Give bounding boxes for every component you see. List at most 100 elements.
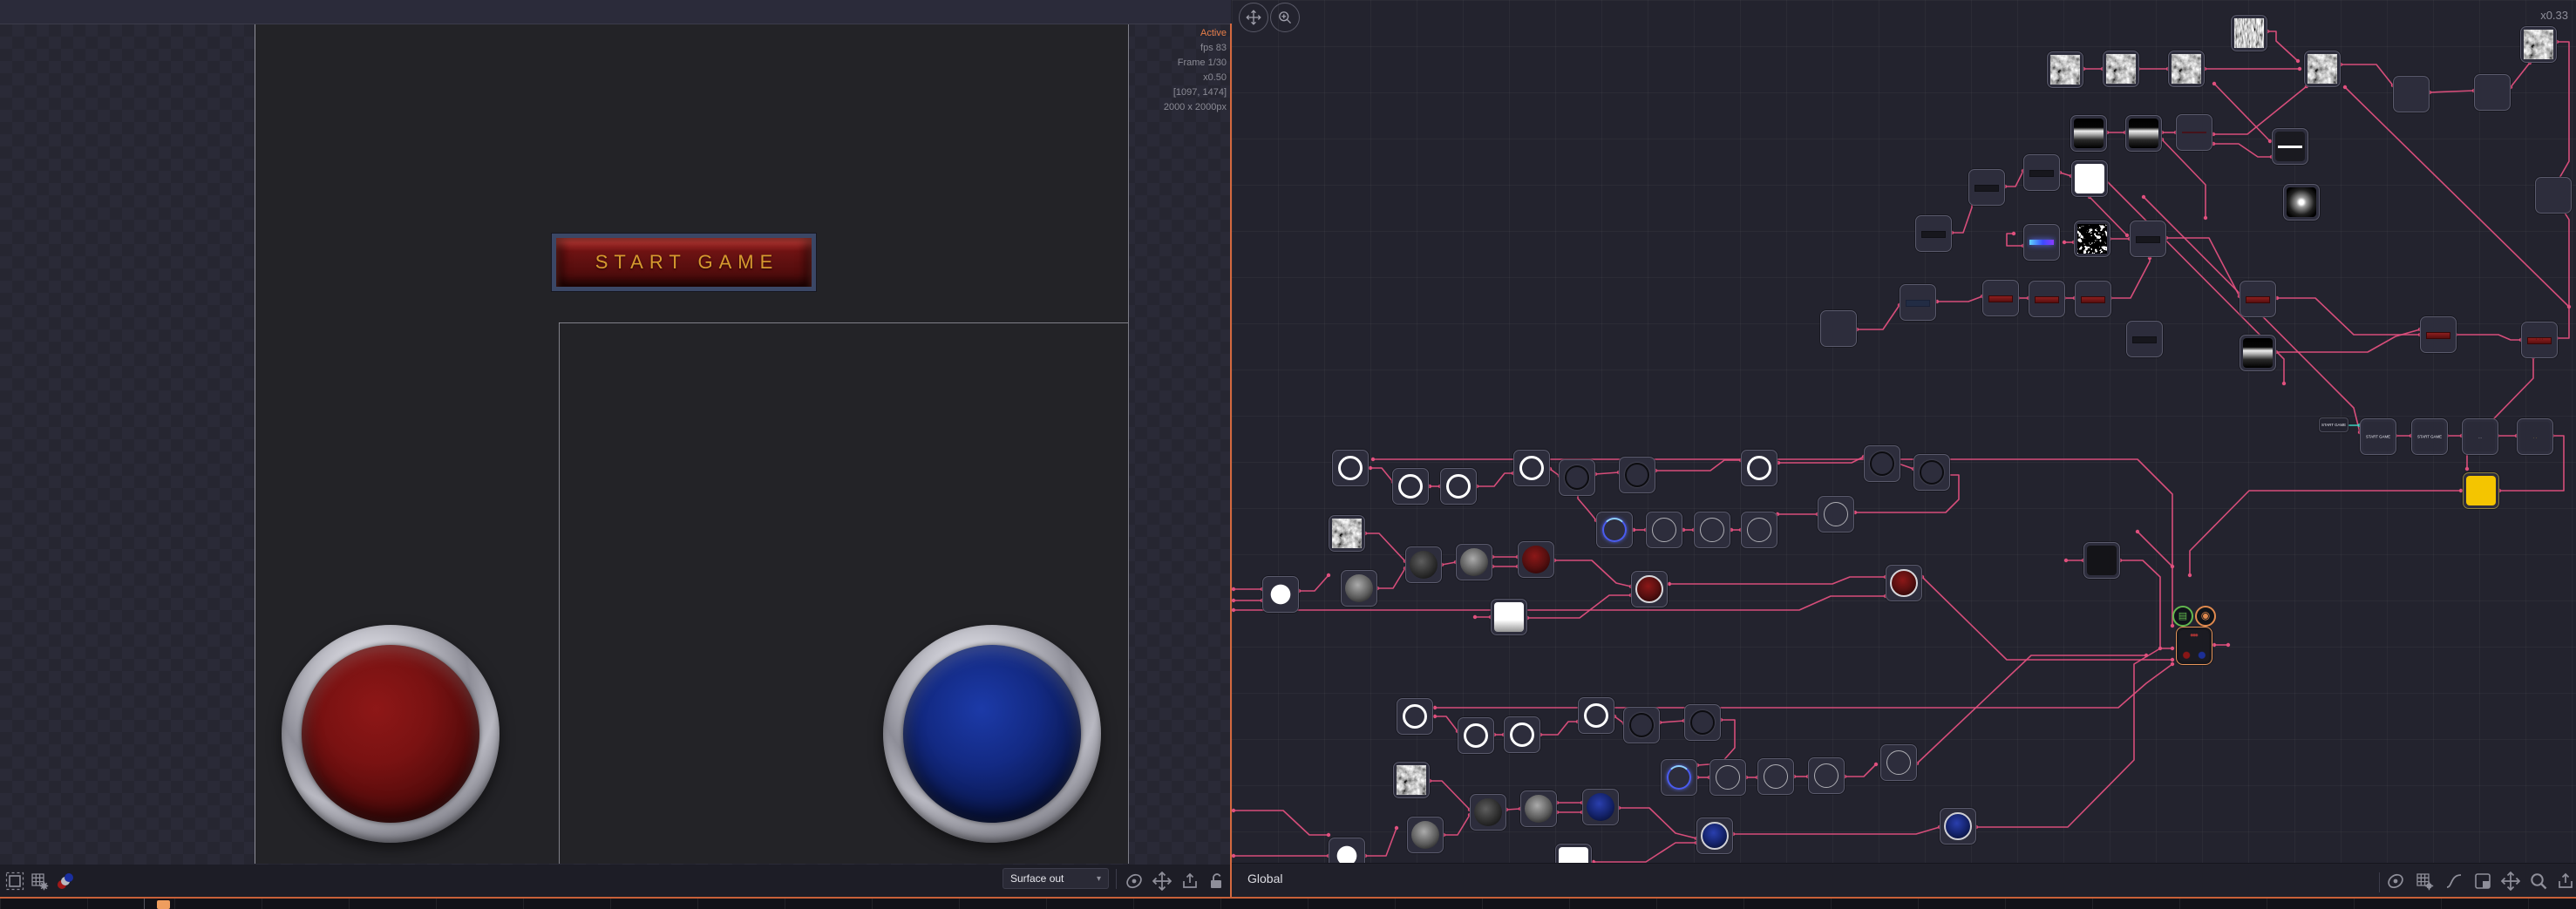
graph-node-bardark[interactable]: [2126, 321, 2163, 357]
graph-node-cwhite[interactable]: [1397, 698, 1433, 735]
export-icon[interactable]: [2556, 872, 2575, 891]
graph-node-sgray[interactable]: [1520, 790, 1557, 827]
graph-node-cblack[interactable]: [1684, 704, 1721, 741]
move-icon[interactable]: [2501, 872, 2520, 891]
graph-node-barred[interactable]: [2240, 281, 2276, 317]
graph-node-cblack[interactable]: [1619, 457, 1655, 493]
graph-node-textnode[interactable]: ...: [2462, 418, 2498, 455]
graph-node-noise[interactable]: [2103, 51, 2139, 87]
graph-node-plain[interactable]: [2393, 76, 2430, 112]
node-thumbnail: [2078, 284, 2108, 314]
graph-node-discwhite[interactable]: [1262, 576, 1299, 613]
graph-node-yellow[interactable]: [2463, 472, 2499, 509]
graph-node-textnode[interactable]: START GAME: [2411, 418, 2448, 455]
graph-node-barblue[interactable]: [2023, 224, 2060, 261]
graph-node-cwhite[interactable]: [1392, 468, 1429, 505]
graph-node-noise[interactable]: [1329, 515, 1365, 552]
graph-node-sgray[interactable]: [1341, 570, 1377, 607]
graph-node-cwhite[interactable]: [1741, 450, 1777, 486]
graph-node-barnavy[interactable]: [1900, 284, 1936, 321]
graph-node-bardark[interactable]: [1968, 169, 2005, 206]
graph-node-sdark[interactable]: [1405, 546, 1442, 583]
graph-node-noise[interactable]: [2047, 51, 2083, 88]
graph-node-bardark[interactable]: [2023, 154, 2060, 191]
graph-node-barred[interactable]: [1982, 280, 2019, 316]
graph-node-sgray[interactable]: [1407, 817, 1444, 853]
graph-node-cblue[interactable]: [1596, 512, 1633, 548]
graph-node-noise[interactable]: [1393, 762, 1430, 798]
graph-node-gradv[interactable]: [2125, 115, 2162, 152]
graph-node-plain[interactable]: [2474, 74, 2511, 111]
graph-node-gradv[interactable]: [2240, 335, 2276, 371]
graph-node-sgray[interactable]: [1456, 544, 1492, 580]
graph-node-cwhite[interactable]: [1440, 468, 1477, 505]
graph-node-whitesoft[interactable]: [1491, 599, 1527, 635]
graph-node-darksq[interactable]: [2083, 542, 2120, 579]
graph-node-barred[interactable]: [2420, 316, 2457, 353]
graph-node-cgray[interactable]: [1808, 757, 1845, 794]
graph-node-cwhite[interactable]: [1578, 697, 1614, 734]
graph-node-sredring[interactable]: [1886, 565, 1922, 601]
node-thumbnail: [2243, 284, 2273, 314]
graph-node-sbluering[interactable]: [1940, 808, 1976, 845]
graph-breadcrumb[interactable]: Global: [1247, 872, 1282, 885]
graph-node-cblack[interactable]: [1559, 459, 1595, 496]
graph-node-cwhite[interactable]: [1458, 717, 1494, 754]
graph-node-glow[interactable]: [2283, 184, 2320, 220]
link-eye-icon[interactable]: [2386, 872, 2405, 891]
graph-node-cgray[interactable]: [1818, 496, 1854, 533]
graph-node-cgray[interactable]: [1709, 759, 1746, 796]
graph-node-barred[interactable]: [2075, 281, 2111, 317]
graph-node-bardark[interactable]: [2130, 220, 2166, 257]
graph-node-textnode2[interactable]: . .: [2517, 418, 2553, 455]
graph-node-sbluering[interactable]: [1696, 817, 1733, 854]
node-thumbnail: [1524, 794, 1553, 824]
graph-node-barredtext[interactable]: [2521, 322, 2558, 358]
graph-node-sblue[interactable]: [1582, 789, 1619, 825]
graph-node-plain[interactable]: [2535, 177, 2572, 214]
graph-node-cblue[interactable]: [1661, 759, 1697, 796]
graph-node-surface[interactable]: [2172, 606, 2216, 665]
graph-node-noise[interactable]: [2520, 26, 2557, 63]
panel-layout-icon[interactable]: [2473, 872, 2492, 891]
graph-node-white[interactable]: [2071, 160, 2108, 197]
node-thumbnail: [2477, 78, 2507, 107]
node-thumbnail: [1867, 449, 1897, 478]
graph-node-sredring[interactable]: [1631, 571, 1668, 607]
graph-node-cgray[interactable]: [1757, 758, 1794, 795]
graph-node-vnoise[interactable]: [2231, 15, 2267, 51]
node-thumbnail: [1409, 550, 1438, 580]
graph-node-softred[interactable]: [2176, 114, 2212, 151]
graph-node-sdark[interactable]: [1470, 794, 1506, 831]
curve-icon[interactable]: [2444, 872, 2464, 891]
graph-node-cblack[interactable]: [1623, 707, 1660, 743]
graph-node-cgray[interactable]: [1646, 512, 1682, 548]
graph-node-cgray[interactable]: [1694, 512, 1730, 548]
graph-node-noise[interactable]: [2304, 51, 2341, 87]
node-thumbnail: [1562, 463, 1592, 492]
timeline-scrubber[interactable]: [157, 900, 170, 909]
node-thumbnail: [2179, 118, 2209, 147]
node-thumbnail: [2525, 325, 2554, 355]
grid-settings-icon[interactable]: [2415, 872, 2434, 891]
graph-node-cblack[interactable]: [1864, 445, 1900, 482]
graph-node-cells[interactable]: [2074, 220, 2110, 257]
graph-node-hline[interactable]: [2272, 128, 2308, 165]
graph-node-cwhite[interactable]: [1504, 716, 1540, 753]
graph-node-cblack[interactable]: [1913, 454, 1950, 491]
graph-node-bardark[interactable]: [1915, 215, 1952, 252]
graph-node-plain[interactable]: [1820, 310, 1857, 347]
timeline-bar[interactable]: [0, 899, 2576, 909]
graph-node-barred[interactable]: [2029, 281, 2065, 317]
graph-node-cwhite[interactable]: [1513, 450, 1550, 486]
node-thumbnail: [2106, 54, 2136, 84]
graph-node-gradv[interactable]: [2070, 115, 2107, 152]
graph-node-noise[interactable]: [2168, 51, 2205, 87]
graph-node-textsmall[interactable]: START GAME: [2319, 417, 2348, 432]
search-icon[interactable]: [2529, 872, 2548, 891]
graph-node-sred[interactable]: [1518, 541, 1554, 578]
graph-node-cgray[interactable]: [1741, 512, 1777, 548]
graph-node-cgray[interactable]: [1880, 744, 1917, 781]
graph-node-cwhite[interactable]: [1332, 450, 1369, 486]
graph-node-textnode[interactable]: START GAME: [2360, 418, 2396, 455]
